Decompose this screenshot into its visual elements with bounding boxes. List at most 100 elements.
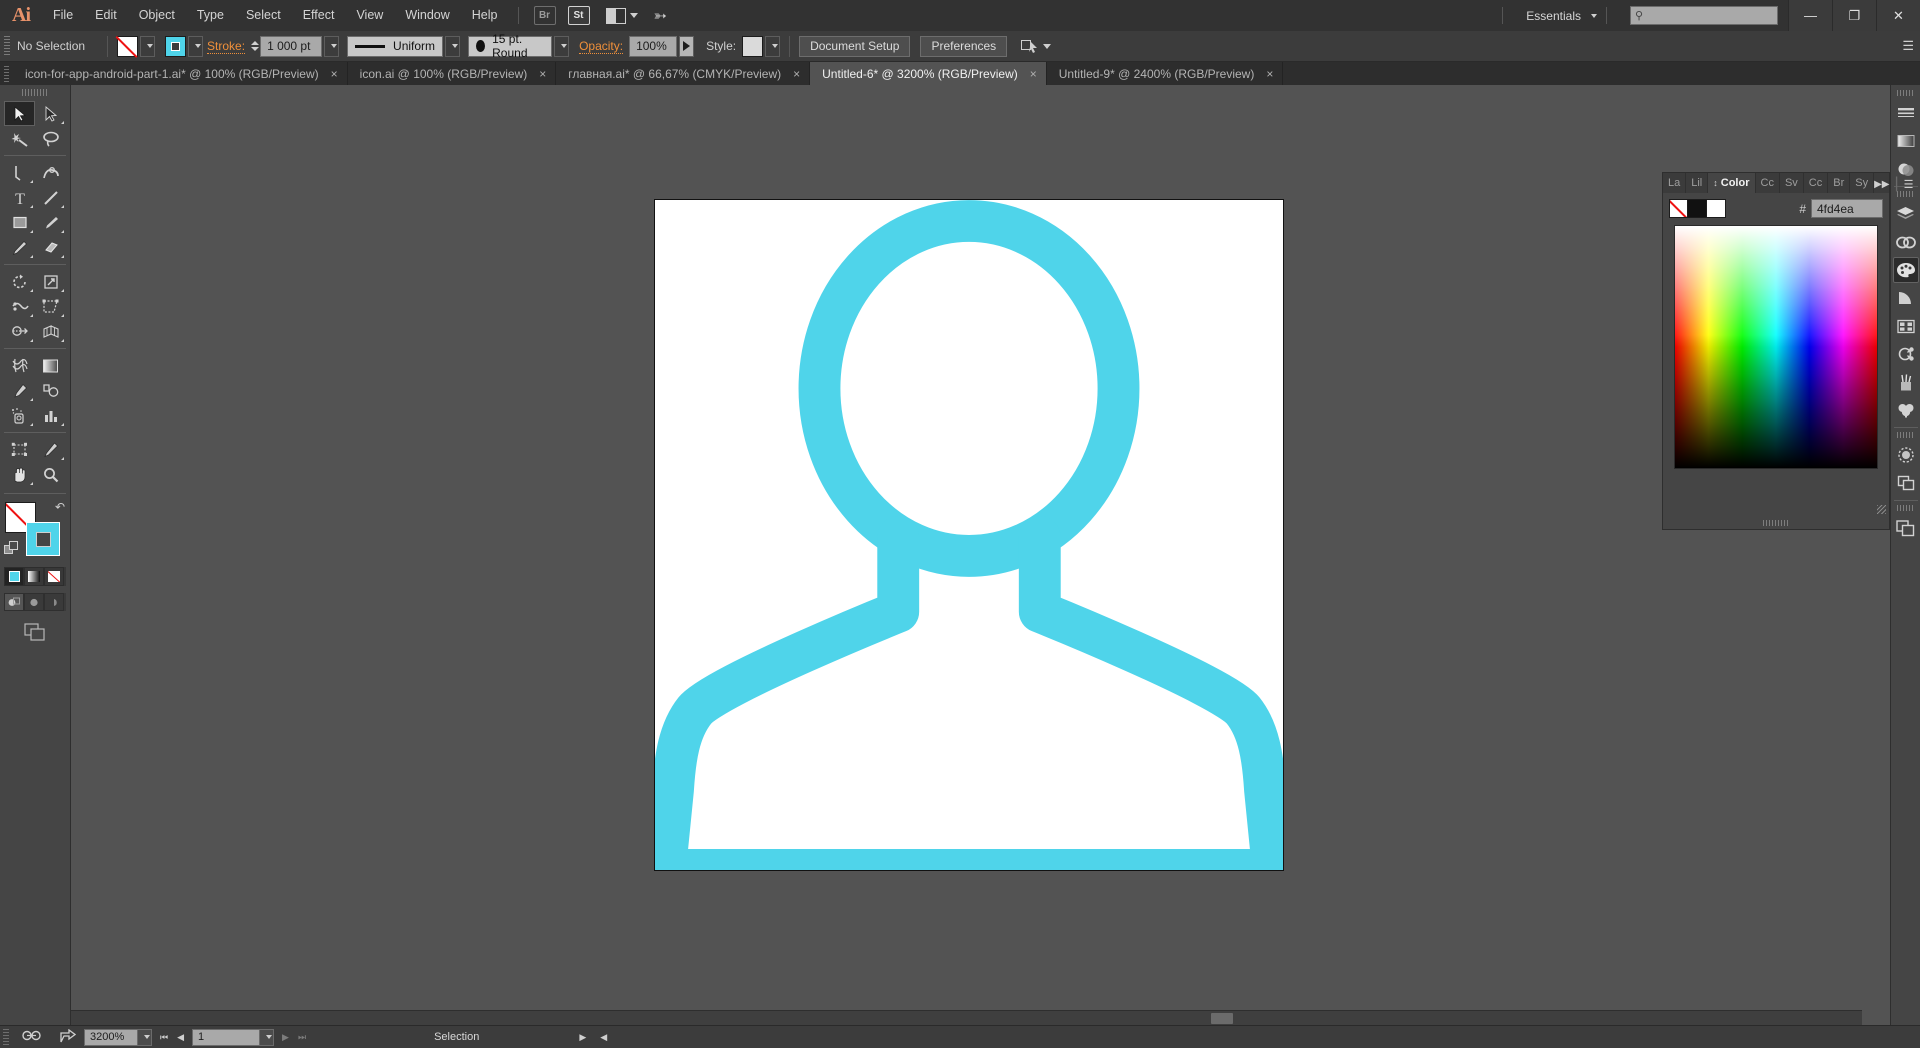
document-tab-2[interactable]: icon.ai @ 100% (RGB/Preview) × <box>347 62 557 85</box>
close-button[interactable]: ✕ <box>1876 0 1920 31</box>
perspective-grid-tool[interactable] <box>35 319 66 344</box>
menu-window[interactable]: Window <box>394 0 460 31</box>
pencil-tool[interactable] <box>4 235 35 260</box>
layers-panel-icon[interactable] <box>1893 201 1919 227</box>
share-icon[interactable] <box>60 1028 77 1046</box>
gradient-mode-button[interactable] <box>24 567 44 586</box>
artboard[interactable] <box>654 199 1284 871</box>
restore-button[interactable]: ❐ <box>1832 0 1876 31</box>
selection-tool[interactable] <box>4 101 35 126</box>
draw-normal-button[interactable] <box>4 593 24 611</box>
document-tab-3[interactable]: главная.ai* @ 66,67% (CMYK/Preview) × <box>556 62 811 85</box>
panel-tab-layers[interactable]: La <box>1663 173 1687 193</box>
panel-tab-swatches[interactable]: Sv <box>1779 173 1804 193</box>
stroke-dropdown-chevron-down-icon[interactable] <box>188 35 204 57</box>
appearance-panel-icon[interactable] <box>1893 442 1919 468</box>
document-tab-4-active[interactable]: Untitled-6* @ 3200% (RGB/Preview) × <box>810 62 1047 85</box>
control-bar-gripper[interactable] <box>4 36 10 56</box>
menu-edit[interactable]: Edit <box>84 0 128 31</box>
pen-tool[interactable] <box>4 160 35 185</box>
panel-tab-color-guide[interactable]: Cc <box>1755 173 1780 193</box>
menu-type[interactable]: Type <box>186 0 235 31</box>
artboard-tool[interactable] <box>4 437 35 462</box>
magic-wand-tool[interactable] <box>4 126 35 151</box>
menu-select[interactable]: Select <box>235 0 292 31</box>
hex-color-input[interactable]: 4fd4ea <box>1811 199 1883 218</box>
zoom-level-input[interactable]: 3200% <box>84 1028 138 1046</box>
menu-view[interactable]: View <box>345 0 394 31</box>
document-tab-5[interactable]: Untitled-9* @ 2400% (RGB/Preview) × <box>1046 62 1284 85</box>
expand-panels-icon[interactable]: ▶▶ <box>1874 179 1889 190</box>
document-setup-button[interactable]: Document Setup <box>799 35 911 57</box>
close-icon[interactable]: × <box>539 68 546 80</box>
status-bar-gripper[interactable] <box>3 1029 9 1045</box>
go-to-bridge-button[interactable]: Br <box>533 6 556 25</box>
tabbar-gripper[interactable] <box>4 66 9 82</box>
blend-tool[interactable] <box>35 378 66 403</box>
artboard-number-input[interactable]: 1 <box>192 1028 261 1046</box>
panel-tab-symbols[interactable]: Sy <box>1850 173 1875 193</box>
zoom-tool[interactable] <box>35 462 66 487</box>
color-panel-icon[interactable] <box>1892 257 1919 283</box>
brushes-panel-icon[interactable] <box>1893 369 1919 395</box>
color-panel-footer-gripper[interactable] <box>1663 517 1889 529</box>
stock-search-icon[interactable]: ➳ <box>654 6 667 26</box>
menu-object[interactable]: Object <box>128 0 186 31</box>
style-chevron-down-icon[interactable] <box>765 35 781 57</box>
brush-definition-select[interactable]: 15 pt. Round <box>468 32 553 60</box>
stroke-panel-icon[interactable] <box>1893 100 1919 126</box>
stroke-profile-select[interactable]: Uniform <box>347 35 444 57</box>
hand-tool[interactable] <box>4 462 35 487</box>
opacity-popup-button[interactable] <box>679 35 695 57</box>
last-artboard-icon[interactable]: ⏭ <box>298 1032 306 1043</box>
close-icon[interactable]: × <box>1030 68 1037 80</box>
workspace-chevron-down-icon[interactable] <box>1591 13 1597 18</box>
paintbrush-tool[interactable] <box>35 210 66 235</box>
close-icon[interactable]: × <box>1266 68 1273 80</box>
color-panel-resize-handle[interactable] <box>1877 505 1886 514</box>
line-segment-tool[interactable] <box>35 185 66 210</box>
curvature-tool[interactable] <box>35 160 66 185</box>
panel-tab-libraries[interactable]: Lil <box>1686 173 1709 193</box>
opacity-label[interactable]: Opacity: <box>579 39 624 54</box>
horizontal-scroll-thumb[interactable] <box>1211 1013 1233 1024</box>
select-similar-chevron-down-icon[interactable] <box>1043 43 1052 49</box>
fill-color-swatch[interactable] <box>117 35 139 57</box>
cut-preview-icon[interactable] <box>22 1029 44 1045</box>
panel-tab-cc[interactable]: Cc <box>1803 173 1829 193</box>
stroke-weight-input[interactable]: 1 000 pt <box>260 35 323 57</box>
user-avatar-outline-artwork[interactable] <box>655 200 1283 870</box>
rectangle-tool[interactable] <box>4 210 35 235</box>
menu-help[interactable]: Help <box>461 0 509 31</box>
scroll-left-icon[interactable]: ◀ <box>600 1032 607 1043</box>
eyedropper-tool[interactable] <box>4 378 35 403</box>
lasso-tool[interactable] <box>35 126 66 151</box>
symbols-panel-icon[interactable] <box>1893 341 1919 367</box>
rotate-tool[interactable] <box>4 269 35 294</box>
control-bar-menu-icon[interactable]: ☰ <box>1902 38 1914 54</box>
stroke-profile-chevron-down-icon[interactable] <box>445 35 461 57</box>
opacity-input[interactable]: 100% <box>629 35 678 57</box>
swatch-black[interactable] <box>1688 199 1707 218</box>
graphic-style-swatch[interactable] <box>742 35 764 57</box>
gradient-tool[interactable] <box>35 353 66 378</box>
scale-tool[interactable] <box>35 269 66 294</box>
close-icon[interactable]: × <box>793 68 800 80</box>
arrange-documents-chevron-down-icon[interactable] <box>629 13 638 18</box>
arrange-documents-icon[interactable] <box>605 7 626 24</box>
panel-tab-color[interactable]: ↕ Color <box>1708 173 1756 193</box>
swap-fill-stroke-icon[interactable]: ↶ <box>55 500 65 514</box>
default-fill-stroke-icon[interactable] <box>4 541 20 562</box>
column-graph-tool[interactable] <box>35 403 66 428</box>
swatches-panel-icon[interactable] <box>1893 313 1919 339</box>
rail-group4-gripper[interactable] <box>1896 505 1915 511</box>
cc-libraries-panel-icon[interactable] <box>1893 229 1919 255</box>
toolbar-gripper[interactable] <box>22 89 48 96</box>
status-menu-icon[interactable]: ▶ <box>579 1032 586 1043</box>
draw-behind-button[interactable] <box>24 593 44 611</box>
horizontal-scrollbar[interactable] <box>71 1010 1862 1025</box>
prev-artboard-icon[interactable]: ◀ <box>177 1032 184 1043</box>
preferences-button[interactable]: Preferences <box>920 35 1008 57</box>
swatch-white[interactable] <box>1707 199 1726 218</box>
shape-builder-tool[interactable] <box>4 319 35 344</box>
